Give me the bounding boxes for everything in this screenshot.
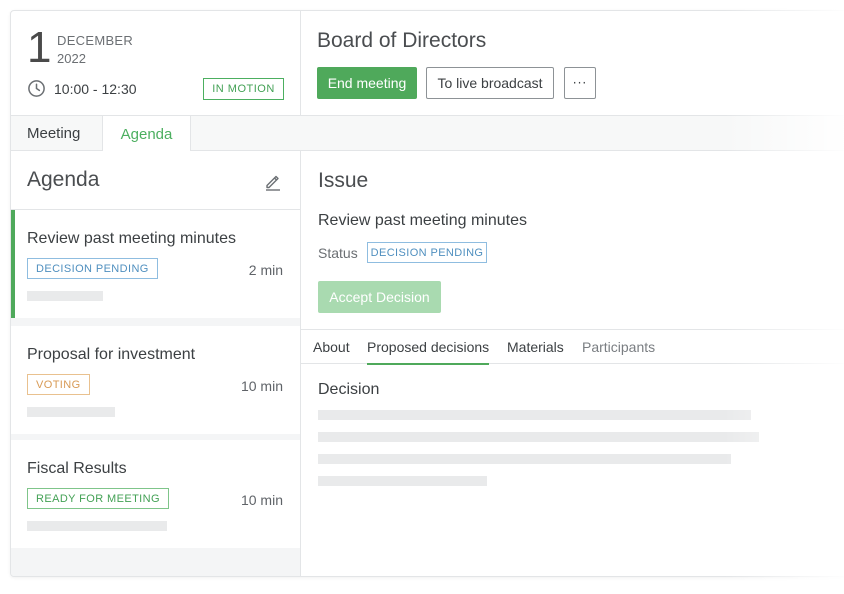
agenda-item-status-badge: VOTING — [27, 374, 90, 395]
agenda-item-status-badge: DECISION PENDING — [27, 258, 158, 279]
meeting-time: 10:00 - 12:30 — [54, 81, 137, 97]
meeting-window: 1 DECEMBER 2022 10:00 - 12:30 IN MOTION … — [10, 10, 844, 577]
pencil-icon[interactable] — [263, 171, 283, 191]
decision-title: Decision — [318, 381, 380, 398]
issue-panel: Issue Review past meeting minutes Status… — [301, 151, 844, 576]
more-options-button[interactable]: ··· — [564, 67, 596, 99]
agenda-item[interactable]: Proposal for investment VOTING 10 min — [11, 326, 300, 434]
placeholder-line — [27, 291, 103, 301]
issue-title: Issue — [318, 169, 369, 192]
agenda-item-duration: 10 min — [240, 492, 283, 508]
tab-participants[interactable]: Participants — [582, 330, 655, 364]
clock-icon — [28, 80, 45, 97]
agenda-item-status-badge: READY FOR MEETING — [27, 488, 169, 509]
tab-materials[interactable]: Materials — [507, 330, 564, 364]
tab-meeting[interactable]: Meeting — [11, 116, 103, 151]
tab-agenda[interactable]: Agenda — [103, 116, 191, 152]
agenda-item-title: Proposal for investment — [27, 346, 196, 363]
meeting-status-badge: IN MOTION — [203, 78, 284, 100]
meeting-header: Board of Directors End meeting To live b… — [301, 11, 844, 116]
agenda-title: Agenda — [27, 168, 100, 191]
ellipsis-icon: ··· — [572, 76, 588, 90]
status-label: Status — [318, 245, 358, 261]
issue-name: Review past meeting minutes — [318, 212, 527, 229]
placeholder-line — [318, 454, 731, 464]
agenda-item-title: Review past meeting minutes — [27, 230, 236, 247]
placeholder-line — [27, 407, 115, 417]
board-title: Board of Directors — [317, 29, 487, 52]
end-meeting-button[interactable]: End meeting — [317, 67, 417, 99]
issue-status-badge: DECISION PENDING — [367, 242, 487, 263]
issue-tabs: About Proposed decisions Materials Parti… — [301, 329, 844, 365]
agenda-item[interactable]: Review past meeting minutes DECISION PEN… — [11, 210, 300, 318]
meeting-year: 2022 — [57, 51, 86, 66]
agenda-panel: Agenda Review past meeting minutes DECIS… — [11, 151, 301, 576]
accept-decision-button[interactable]: Accept Decision — [318, 281, 441, 313]
placeholder-line — [318, 476, 487, 486]
meeting-day: 1 — [27, 23, 52, 72]
placeholder-line — [318, 410, 751, 420]
live-broadcast-button[interactable]: To live broadcast — [426, 67, 554, 99]
agenda-header: Agenda — [11, 151, 300, 210]
agenda-item[interactable]: Fiscal Results READY FOR MEETING 10 min — [11, 440, 300, 548]
meeting-month: DECEMBER — [57, 33, 134, 48]
meeting-date-panel: 1 DECEMBER 2022 10:00 - 12:30 IN MOTION — [11, 11, 301, 116]
main-tabs: Meeting Agenda — [11, 116, 844, 152]
agenda-item-duration: 10 min — [240, 378, 283, 394]
placeholder-line — [318, 432, 759, 442]
placeholder-line — [27, 521, 167, 531]
agenda-item-title: Fiscal Results — [27, 460, 127, 477]
agenda-item-duration: 2 min — [248, 262, 283, 278]
tab-about[interactable]: About — [313, 330, 350, 364]
tab-proposed-decisions[interactable]: Proposed decisions — [367, 330, 490, 365]
